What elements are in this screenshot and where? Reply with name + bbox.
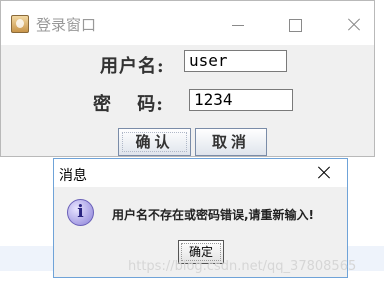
information-icon: i [67, 199, 94, 226]
confirm-button[interactable]: 确认 [118, 128, 191, 156]
username-label: 用户名: [100, 56, 165, 77]
password-field[interactable]: 1234 [189, 89, 293, 111]
username-field[interactable]: user [184, 50, 287, 72]
close-window-button[interactable] [339, 13, 369, 37]
cancel-button[interactable]: 取消 [195, 128, 267, 156]
maximize-button[interactable] [280, 13, 310, 37]
login-window: 登录窗口 用户名: user 密 码: 1234 确认 取消 [0, 0, 375, 157]
dialog-titlebar[interactable]: 消息 [54, 159, 347, 187]
minimize-button[interactable] [223, 13, 253, 37]
dialog-message: 用户名不存在或密码错误,请重新输入! [112, 208, 315, 222]
password-label: 密 码: [93, 94, 164, 115]
java-app-icon [11, 15, 29, 33]
dialog-title: 消息 [59, 168, 87, 184]
dialog-close-button[interactable] [313, 163, 335, 183]
window-titlebar[interactable]: 登录窗口 [1, 1, 374, 45]
window-title: 登录窗口 [36, 16, 97, 34]
watermark-text: https://blog.csdn.net/qq_37808565 [128, 259, 357, 274]
